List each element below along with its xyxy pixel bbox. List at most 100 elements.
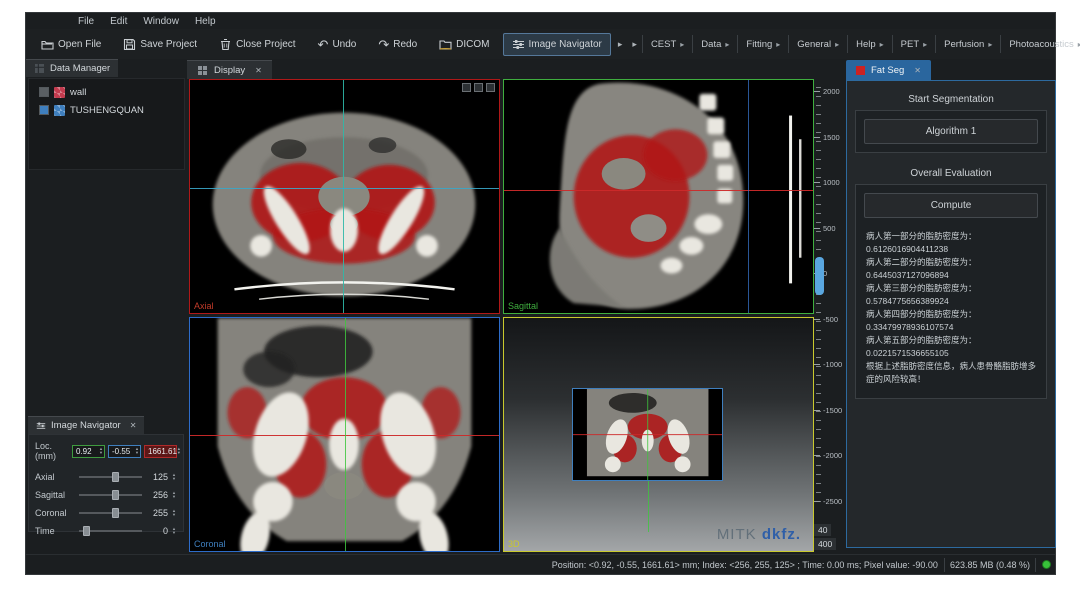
render-window-controls xyxy=(462,83,495,92)
spinner-arrows-icon[interactable]: ▲▼ xyxy=(135,447,140,455)
view-fullscreen-icon[interactable] xyxy=(486,83,495,92)
slider-value: 0 xyxy=(146,526,168,536)
status-bar: Position: <0.92, -0.55, 1661.61> mm; Ind… xyxy=(26,554,1055,574)
redo-button[interactable]: ↷ Redo xyxy=(369,33,426,56)
scale-value: -1000 xyxy=(823,360,842,369)
sagittal-plane-line-3d xyxy=(648,481,649,532)
undo-button[interactable]: ↶ Undo xyxy=(309,33,366,56)
toolbar-menu-item[interactable]: Fitting ▸ xyxy=(737,35,788,53)
toolbar-menu-item[interactable]: CEST ▸ xyxy=(642,35,692,53)
location-label: Loc. (mm) xyxy=(35,441,68,461)
close-icon[interactable]: ✕ xyxy=(255,66,262,75)
slider-track[interactable] xyxy=(79,470,142,484)
start-segmentation-header: Start Segmentation xyxy=(855,89,1047,110)
view-crosshair-icon[interactable] xyxy=(462,83,471,92)
slider-handle[interactable] xyxy=(83,526,90,536)
display-tab[interactable]: Display ✕ xyxy=(187,60,272,79)
display-tab-label: Display xyxy=(214,65,245,76)
slider-track[interactable] xyxy=(79,506,142,520)
scale-value: -500 xyxy=(823,315,838,324)
spinner-arrows-icon[interactable]: ▲▼ xyxy=(172,491,177,499)
location-spinbox[interactable]: -0.55 ▲▼ xyxy=(108,445,141,458)
level-window-values: 40 400 xyxy=(814,524,844,550)
menubar-item[interactable]: Edit xyxy=(110,16,127,27)
sagittal-plane-line[interactable] xyxy=(345,318,346,551)
watermark: MITK dkfz. xyxy=(717,526,801,543)
data-node-row[interactable]: wall xyxy=(31,83,182,101)
fat-seg-tabbar: Fat Seg ✕ xyxy=(846,59,1056,80)
close-icon[interactable]: ✕ xyxy=(914,66,921,75)
scale-value: 500 xyxy=(823,224,836,233)
toolbar-menu-item[interactable]: General ▸ xyxy=(788,35,847,53)
slider-handle[interactable] xyxy=(112,508,119,518)
spinner-arrows-icon[interactable]: ▲▼ xyxy=(172,473,177,481)
scale-label-row: 500 xyxy=(814,224,844,233)
slider-row: Time 0 ▲▼ xyxy=(35,522,177,540)
fat-seg-tab[interactable]: Fat Seg ✕ xyxy=(846,60,931,80)
axial-render-window[interactable]: Axial xyxy=(189,79,500,314)
sagittal-plane-line[interactable] xyxy=(343,80,344,313)
spinner-arrows-icon[interactable]: ▲▼ xyxy=(172,527,177,535)
toolbar-menu-item[interactable]: Data ▸ xyxy=(692,35,737,53)
data-node-icon xyxy=(54,87,65,98)
toolbar-menu-label: Fitting xyxy=(746,39,772,50)
close-project-button[interactable]: Close Project xyxy=(210,33,304,56)
slider-track[interactable] xyxy=(79,488,142,502)
image-navigator-button[interactable]: Image Navigator xyxy=(503,33,611,56)
toolbar-menu-item[interactable]: Photoacoustics ▸ xyxy=(1000,35,1080,53)
tick-mark xyxy=(814,137,820,138)
logo-menu-chevron[interactable]: ▸ xyxy=(629,39,640,50)
dicom-button[interactable]: DICOM xyxy=(430,33,498,56)
tick-mark xyxy=(814,410,820,411)
slider-handle[interactable] xyxy=(112,472,119,482)
sagittal-render-window[interactable]: Sagittal xyxy=(503,79,814,314)
view-layout-icon[interactable] xyxy=(474,83,483,92)
level-window-handle[interactable] xyxy=(815,257,824,295)
data-manager-tab[interactable]: Data Manager xyxy=(26,59,118,77)
coronal-render-window[interactable]: Coronal xyxy=(189,317,500,552)
menubar-item[interactable]: Help xyxy=(195,16,216,27)
data-manager-tab-label: Data Manager xyxy=(50,63,110,74)
level-window-labels: 2000 1500 1000 500 xyxy=(814,87,844,506)
toolbar-overflow-chevron[interactable]: ▸ xyxy=(615,39,626,50)
scale-label-row: -2500 xyxy=(814,497,844,506)
open-file-button[interactable]: Open File xyxy=(32,33,110,56)
spinner-arrows-icon[interactable]: ▲▼ xyxy=(172,509,177,517)
slider-row: Coronal 255 ▲▼ xyxy=(35,504,177,522)
menubar-item[interactable]: File xyxy=(78,16,94,27)
trash-icon xyxy=(219,38,232,51)
slider-handle[interactable] xyxy=(112,490,119,500)
menubar: File Edit Window Help xyxy=(26,13,1055,29)
display-tab-icon xyxy=(197,65,208,76)
location-spinbox[interactable]: 0.92 ▲▼ xyxy=(72,445,105,458)
visibility-checkbox[interactable] xyxy=(39,87,49,97)
compute-button[interactable]: Compute xyxy=(864,193,1038,218)
menubar-item[interactable]: Window xyxy=(143,16,179,27)
slider-label: Sagittal xyxy=(35,490,75,500)
image-navigator-tab[interactable]: Image Navigator ✕ xyxy=(28,416,144,434)
data-node-row[interactable]: TUSHENGQUAN xyxy=(31,101,182,119)
level-window-slider[interactable]: 2000 1500 1000 500 xyxy=(814,79,844,552)
chevron-right-icon: ▸ xyxy=(725,40,729,49)
fat-seg-tab-label: Fat Seg xyxy=(871,65,904,76)
coronal-plane-line[interactable] xyxy=(748,80,749,313)
spinner-arrows-icon[interactable]: ▲▼ xyxy=(177,447,182,455)
spinner-arrows-icon[interactable]: ▲▼ xyxy=(99,447,104,455)
save-icon xyxy=(123,38,136,51)
tick-mark xyxy=(814,319,820,320)
algorithm-1-button[interactable]: Algorithm 1 xyxy=(864,119,1038,144)
slider-track[interactable] xyxy=(79,524,142,538)
toolbar-menu-item[interactable]: PET ▸ xyxy=(892,35,936,53)
location-spinbox[interactable]: 1661.61 ▲▼ xyxy=(144,445,177,458)
visibility-checkbox[interactable] xyxy=(39,105,49,115)
axial-plane-line[interactable] xyxy=(504,190,813,191)
close-icon[interactable]: ✕ xyxy=(130,421,137,430)
toolbar-menu-item[interactable]: Help ▸ xyxy=(847,35,892,53)
toolbar-menu-item[interactable]: Perfusion ▸ xyxy=(935,35,1000,53)
coronal-plane-line[interactable] xyxy=(190,188,499,189)
toolbar-menu-label: Perfusion xyxy=(944,39,984,50)
result-line: 病人第一部分的脂肪密度为：0.6126016904411238 xyxy=(866,230,1036,256)
save-project-button[interactable]: Save Project xyxy=(114,33,206,56)
tick-mark xyxy=(814,501,820,502)
threed-render-window[interactable]: MITK dkfz. 3D xyxy=(503,317,814,552)
